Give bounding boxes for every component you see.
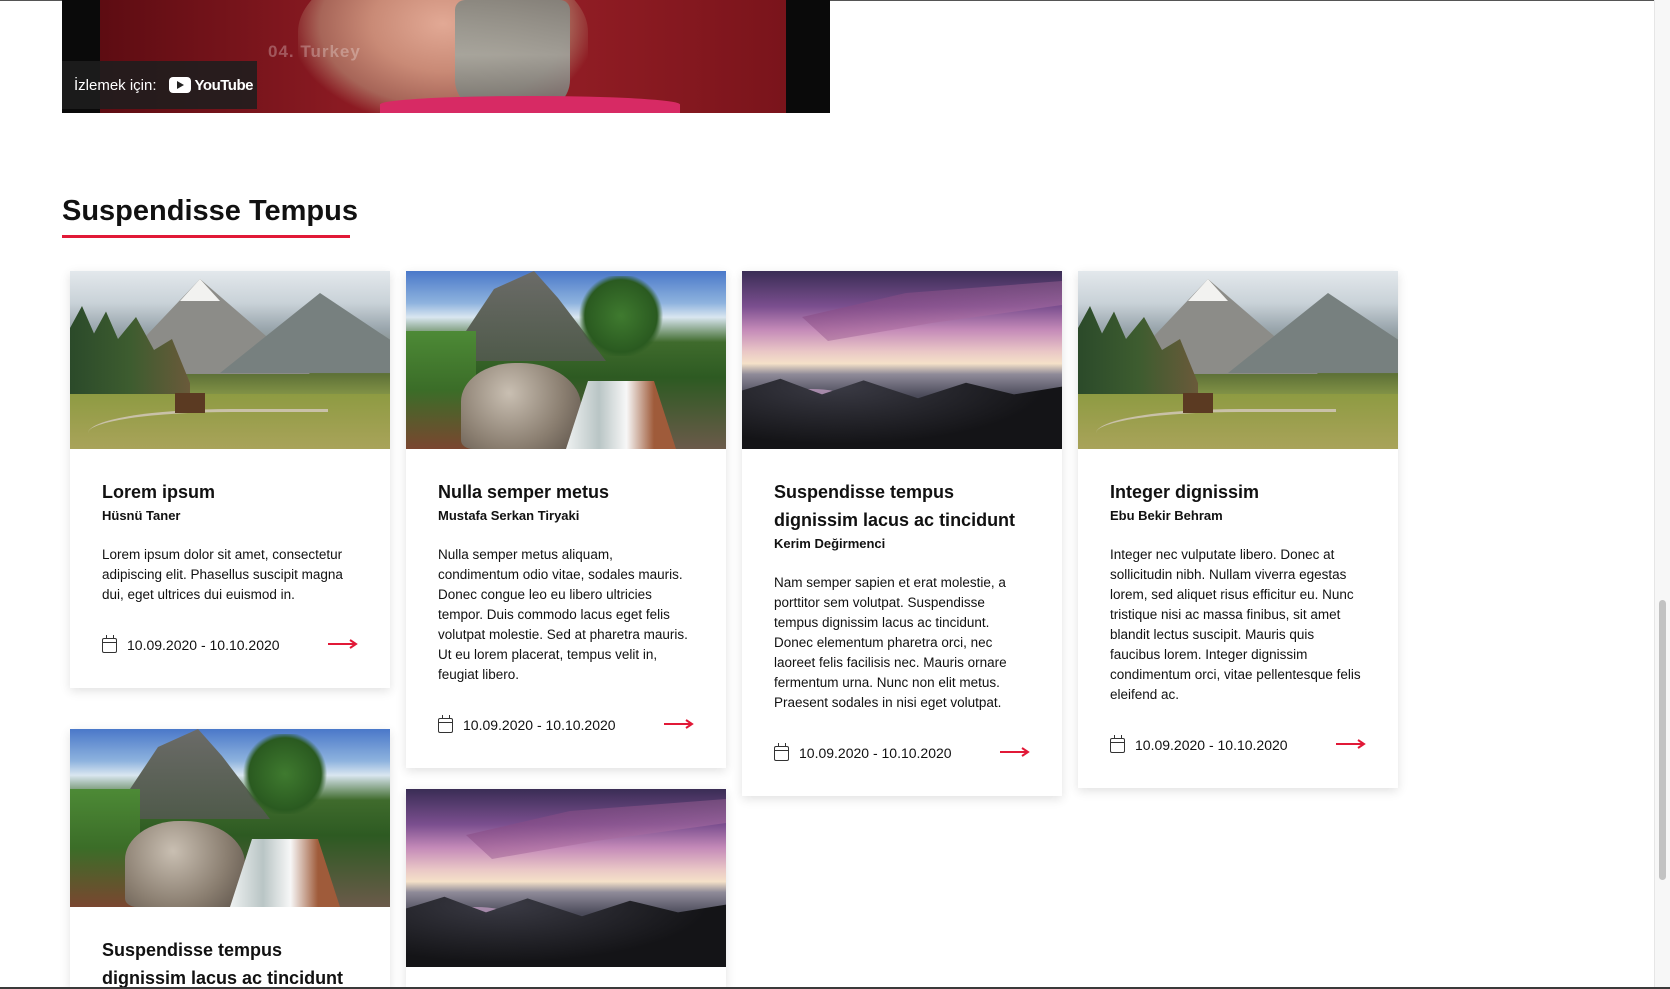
arrow-right-icon[interactable] <box>328 638 358 650</box>
card-title[interactable]: Suspendisse tempus dignissim lacus ac ti… <box>774 478 1030 534</box>
arrow-right-icon[interactable] <box>1336 738 1366 750</box>
card-title[interactable]: Integer dignissim <box>1110 478 1366 506</box>
watch-on-youtube-button[interactable]: İzlemek için: YouTube <box>62 61 257 109</box>
card-author: Hüsnü Taner <box>102 508 181 523</box>
watch-label: İzlemek için: <box>74 76 157 94</box>
card-footer: 10.09.2020 - 10.10.2020 <box>438 712 694 738</box>
calendar-icon <box>1110 734 1125 753</box>
card-date-range: 10.09.2020 - 10.10.2020 <box>1135 737 1288 753</box>
card-title[interactable]: Nulla semper metus <box>438 478 694 506</box>
event-card[interactable]: Nulla semper metus Mustafa Serkan Tiryak… <box>406 271 726 768</box>
event-card[interactable] <box>406 789 726 987</box>
event-card[interactable]: Lorem ipsum Hüsnü Taner Lorem ipsum dolo… <box>70 271 390 688</box>
card-author: Mustafa Serkan Tiryaki <box>438 508 580 523</box>
event-card[interactable]: Suspendisse tempus dignissim lacus ac ti… <box>70 729 390 989</box>
card-image-waterfall[interactable] <box>70 729 390 907</box>
page-scrollbar[interactable] <box>1654 0 1670 987</box>
calendar-icon <box>774 742 789 761</box>
card-title[interactable]: Lorem ipsum <box>102 478 358 506</box>
arrow-right-icon[interactable] <box>1000 746 1030 758</box>
card-description: Nam semper sapien et erat molestie, a po… <box>774 575 1007 710</box>
youtube-video-embed[interactable]: 04. Turkey İzlemek için: YouTube <box>62 0 830 113</box>
section-title: Suspendisse Tempus <box>62 195 358 227</box>
calendar-icon <box>102 634 117 653</box>
card-title[interactable]: Suspendisse tempus dignissim lacus ac ti… <box>102 936 358 989</box>
card-image-mountain[interactable] <box>1078 271 1398 449</box>
card-date-range: 10.09.2020 - 10.10.2020 <box>799 745 952 761</box>
card-description: Nulla semper metus aliquam, condimentum … <box>438 547 688 682</box>
event-card[interactable]: Suspendisse tempus dignissim lacus ac ti… <box>742 271 1062 796</box>
video-overlay-caption: 04. Turkey <box>268 42 361 61</box>
calendar-icon <box>438 714 453 733</box>
card-date-range: 10.09.2020 - 10.10.2020 <box>127 637 280 653</box>
card-footer: 10.09.2020 - 10.10.2020 <box>774 740 1030 766</box>
card-image-mountain[interactable] <box>70 271 390 449</box>
section-title-underline <box>62 235 350 238</box>
card-footer: 10.09.2020 - 10.10.2020 <box>1110 732 1366 758</box>
arrow-right-icon[interactable] <box>664 718 694 730</box>
card-image-sunset[interactable] <box>406 789 726 967</box>
card-author: Kerim Değirmenci <box>774 536 886 551</box>
card-image-waterfall[interactable] <box>406 271 726 449</box>
card-image-sunset[interactable] <box>742 271 1062 449</box>
card-description: Lorem ipsum dolor sit amet, consectetur … <box>102 547 343 602</box>
youtube-logo: YouTube <box>168 77 253 94</box>
card-author: Ebu Bekir Behram <box>1110 508 1223 523</box>
card-description: Integer nec vulputate libero. Donec at s… <box>1110 547 1361 702</box>
scrollbar-thumb[interactable] <box>1659 600 1666 880</box>
card-date-range: 10.09.2020 - 10.10.2020 <box>463 717 616 733</box>
youtube-play-icon <box>168 77 191 93</box>
card-footer: 10.09.2020 - 10.10.2020 <box>102 632 358 658</box>
event-card[interactable]: Integer dignissim Ebu Bekir Behram Integ… <box>1078 271 1398 788</box>
